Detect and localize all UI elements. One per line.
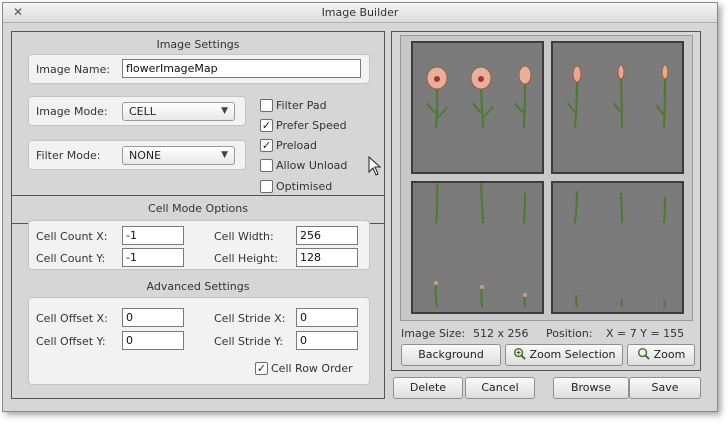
filter-pad-label: Filter Pad — [276, 99, 327, 112]
settings-panel: Image Settings Image Name: flowerImageMa… — [11, 31, 385, 399]
section-divider — [12, 195, 384, 196]
advanced-settings-title: Advanced Settings — [146, 280, 250, 293]
cell-height-input[interactable]: 128 — [296, 248, 358, 267]
checkmark-icon[interactable]: ✓ — [255, 362, 268, 375]
image-size-value: 512 x 256 — [473, 327, 529, 340]
cell-stride-y-input[interactable]: 0 — [296, 331, 358, 350]
allow-unload-checkbox[interactable]: Allow Unload — [260, 158, 370, 174]
cell-count-y-input[interactable]: -1 — [122, 248, 184, 267]
window-title: Image Builder — [321, 6, 399, 19]
zoom-selection-button[interactable]: Zoom Selection — [505, 344, 623, 366]
advanced-group: Cell Offset X: 0 Cell Offset Y: 0 Cell S… — [28, 297, 370, 385]
preload-checkbox[interactable]: ✓ Preload — [260, 138, 370, 154]
browse-button[interactable]: Browse — [553, 377, 629, 399]
chevron-down-icon: ▼ — [221, 106, 228, 116]
background-button-label: Background — [418, 348, 484, 361]
cell-width-label: Cell Width: — [214, 230, 274, 243]
checkbox-box[interactable] — [260, 180, 273, 193]
image-builder-window: ✕ Image Builder Image Settings Image Nam… — [2, 2, 718, 412]
cell-stride-x-input[interactable]: 0 — [296, 308, 358, 327]
cell-stride-y-label: Cell Stride Y: — [214, 335, 284, 348]
image-name-label: Image Name: — [36, 63, 111, 76]
cancel-button[interactable]: Cancel — [465, 377, 535, 399]
image-mode-value: CELL — [129, 105, 156, 118]
title-bar[interactable]: ✕ Image Builder — [3, 3, 717, 23]
save-button-label: Save — [651, 381, 679, 394]
image-name-group: Image Name: flowerImageMap — [28, 54, 370, 84]
cell-mode-title: Cell Mode Options — [148, 202, 248, 215]
flower-sprites — [567, 64, 669, 129]
zoom-selection-button-label: Zoom Selection — [529, 348, 616, 361]
cell-width-input[interactable]: 256 — [296, 226, 358, 245]
cell-1[interactable] — [551, 41, 684, 174]
chevron-down-icon: ▼ — [221, 150, 228, 160]
image-mode-group: Image Mode: CELL ▼ — [28, 96, 246, 126]
cell-row-order-label: Cell Row Order — [271, 362, 353, 375]
preload-label: Preload — [276, 139, 317, 152]
cell-stride-x-label: Cell Stride X: — [214, 312, 286, 325]
filter-mode-label: Filter Mode: — [36, 149, 101, 162]
image-settings-title: Image Settings — [156, 38, 240, 51]
cell-offset-y-label: Cell Offset Y: — [36, 335, 106, 348]
cell-height-label: Cell Height: — [214, 252, 279, 265]
cell-offset-x-input[interactable]: 0 — [122, 308, 184, 327]
image-mode-label: Image Mode: — [36, 105, 108, 118]
zoom-button-label: Zoom — [653, 348, 686, 361]
checkbox-box[interactable] — [260, 159, 273, 172]
flower-sprites — [434, 183, 527, 308]
filter-mode-group: Filter Mode: NONE ▼ — [28, 140, 246, 170]
cell-count-x-input[interactable]: -1 — [122, 226, 184, 245]
cell-count-x-label: Cell Count X: — [36, 230, 108, 243]
cell-2[interactable] — [411, 181, 544, 314]
image-name-input[interactable]: flowerImageMap — [122, 59, 361, 78]
zoom-button[interactable]: Zoom — [627, 344, 695, 366]
background-button[interactable]: Background — [401, 344, 501, 366]
allow-unload-label: Allow Unload — [276, 159, 348, 172]
magnifier-plus-icon — [513, 347, 526, 360]
prefer-speed-checkbox[interactable]: ✓ Prefer Speed — [260, 118, 370, 134]
mouse-pointer-icon — [368, 156, 382, 176]
checkbox-box[interactable] — [260, 99, 273, 112]
cell-3[interactable] — [551, 181, 684, 314]
cell-count-y-label: Cell Count Y: — [36, 252, 106, 265]
optimised-checkbox[interactable]: Optimised — [260, 179, 370, 195]
cancel-button-label: Cancel — [481, 381, 519, 394]
filter-mode-select[interactable]: NONE ▼ — [122, 146, 235, 165]
cell-row-order-checkbox[interactable]: ✓ Cell Row Order — [255, 361, 365, 377]
image-size-label: Image Size: — [401, 327, 466, 340]
cell-0[interactable] — [411, 41, 544, 174]
cell-offset-x-label: Cell Offset X: — [36, 312, 108, 325]
save-button[interactable]: Save — [629, 377, 701, 399]
image-mode-select[interactable]: CELL ▼ — [122, 102, 235, 121]
position-label: Position: — [546, 327, 593, 340]
cell-offset-y-input[interactable]: 0 — [122, 331, 184, 350]
image-preview[interactable] — [400, 35, 693, 321]
prefer-speed-label: Prefer Speed — [276, 119, 347, 132]
delete-button[interactable]: Delete — [393, 377, 463, 399]
checkmark-icon[interactable]: ✓ — [260, 119, 273, 132]
filter-pad-checkbox[interactable]: Filter Pad — [260, 98, 370, 114]
magnifier-icon — [637, 347, 650, 360]
filter-mode-value: NONE — [129, 149, 162, 162]
delete-button-label: Delete — [409, 381, 447, 394]
flower-sprites — [574, 190, 666, 308]
optimised-label: Optimised — [276, 180, 333, 193]
cell-mode-group: Cell Count X: -1 Cell Count Y: -1 Cell W… — [28, 220, 370, 270]
browse-button-label: Browse — [570, 381, 612, 394]
position-value: X = 7 Y = 155 — [606, 327, 685, 340]
flower-sprites — [426, 65, 532, 129]
checkmark-icon[interactable]: ✓ — [260, 139, 273, 152]
